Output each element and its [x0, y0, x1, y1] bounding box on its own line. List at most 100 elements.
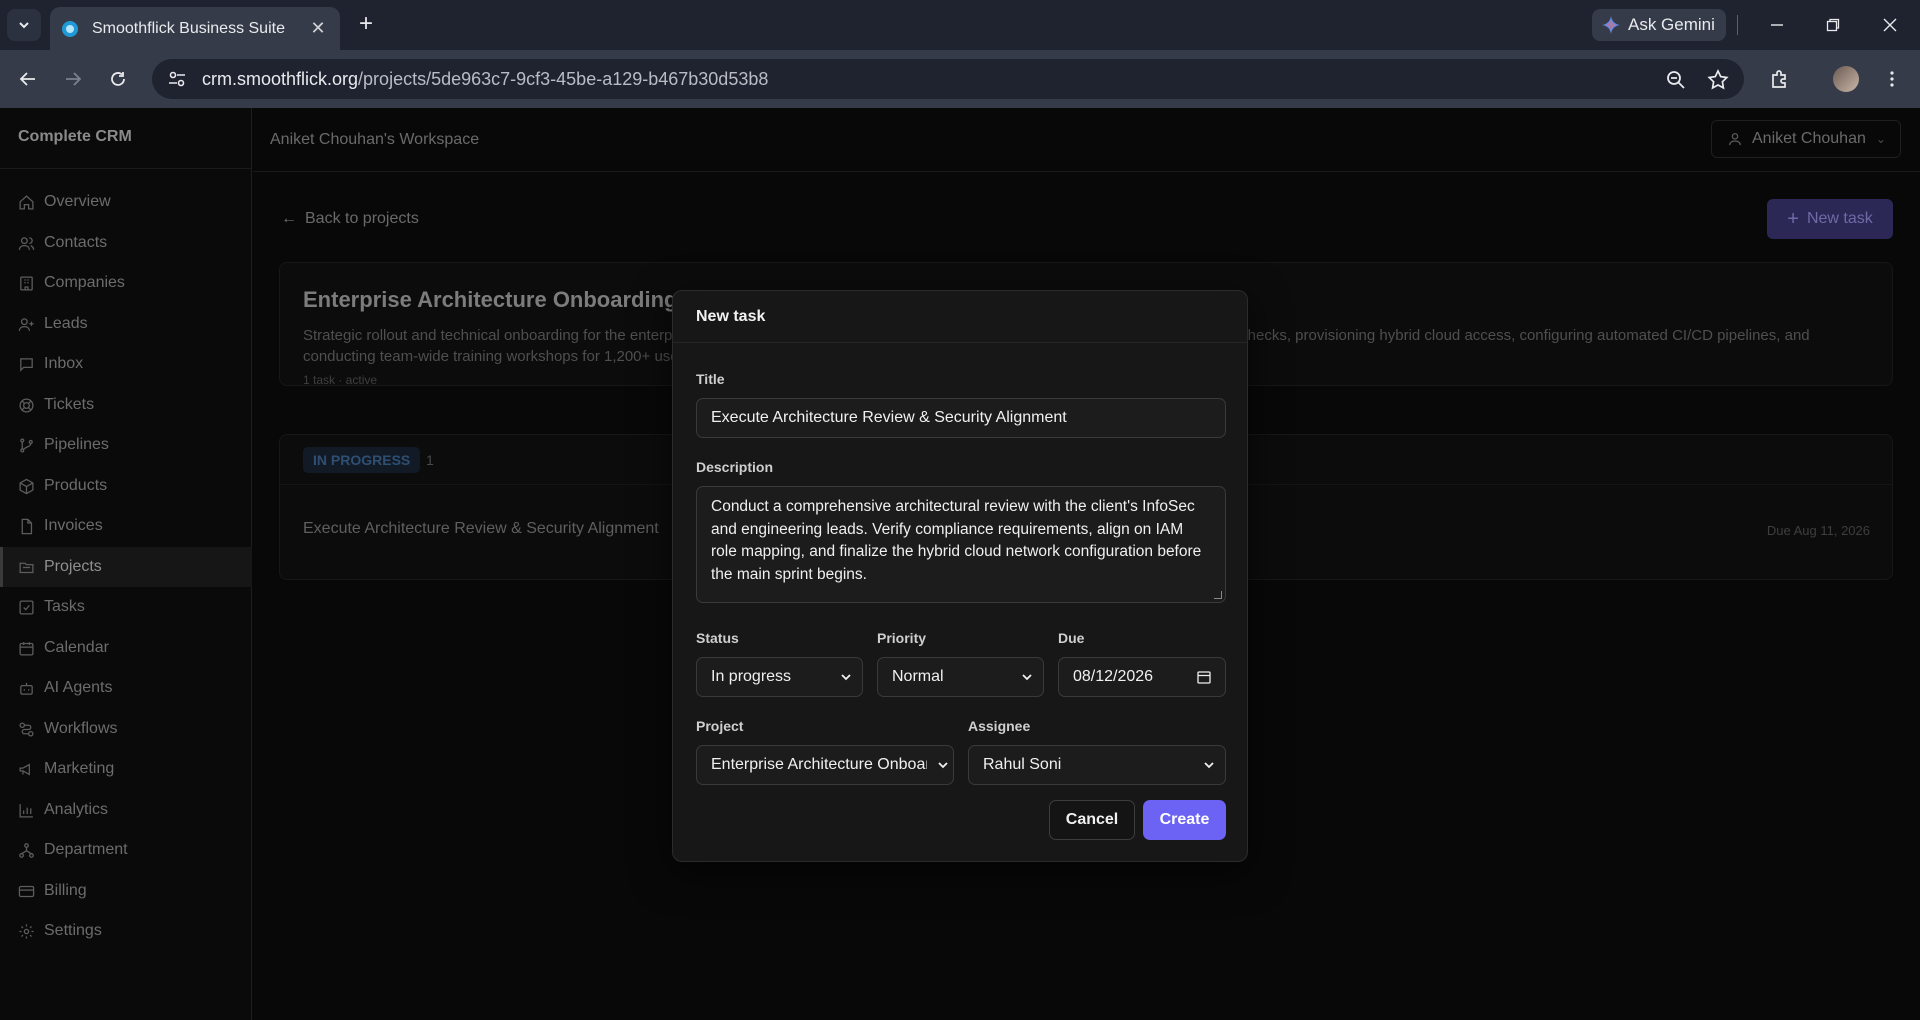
lifebuoy-icon: [19, 397, 34, 413]
site-info-icon[interactable]: [166, 68, 188, 90]
sidebar-item-calendar[interactable]: Calendar: [0, 628, 252, 668]
sidebar: Complete CRM Overview Contacts Companies…: [0, 108, 252, 1020]
puzzle-icon: [1772, 70, 1786, 88]
calendar-icon: [19, 641, 34, 656]
workspace-name: Aniket Chouhan's Workspace: [270, 131, 480, 148]
close-icon: [1883, 18, 1897, 32]
task-row-title[interactable]: Execute Architecture Review & Security A…: [303, 520, 659, 538]
sidebar-item-tasks[interactable]: Tasks: [0, 587, 252, 627]
new-task-button[interactable]: + New task: [1767, 199, 1893, 239]
sidebar-item-invoices[interactable]: Invoices: [0, 506, 252, 546]
sidebar-item-settings[interactable]: Settings: [0, 911, 252, 951]
sidebar-item-inbox[interactable]: Inbox: [0, 344, 252, 384]
message-icon: [20, 357, 33, 372]
zoom-icon[interactable]: [1664, 68, 1688, 92]
back-button[interactable]: [12, 63, 44, 95]
app-header: Aniket Chouhan's Workspace Aniket Chouha…: [253, 108, 1920, 172]
gear-icon: [19, 923, 34, 939]
home-icon: [19, 194, 34, 210]
sidebar-item-projects[interactable]: Projects: [0, 547, 252, 587]
status-select[interactable]: In progress: [696, 657, 863, 697]
create-button[interactable]: Create: [1143, 800, 1226, 840]
dialog-title: New task: [696, 308, 766, 325]
sidebar-item-billing[interactable]: Billing: [0, 871, 252, 911]
resize-handle-icon[interactable]: [1214, 591, 1222, 599]
url-host: crm.smoothflick.org: [202, 68, 359, 89]
due-value: 08/12/2026: [1073, 668, 1154, 685]
sidebar-item-overview[interactable]: Overview: [0, 182, 252, 222]
calendar-icon[interactable]: [1197, 670, 1211, 684]
sidebar-item-label: Analytics: [44, 801, 109, 818]
back-to-projects-label: Back to projects: [305, 210, 419, 227]
arrow-right-icon: [66, 72, 82, 86]
browser-tab-bar: Smoothflick Business Suite ✕ + Ask Gemin…: [0, 0, 1920, 50]
dialog-header: New task: [673, 291, 1247, 343]
profile-avatar[interactable]: [1833, 66, 1859, 92]
project-select[interactable]: Enterprise Architecture Onboarding: [696, 745, 954, 785]
extensions-button[interactable]: [1764, 63, 1796, 95]
assignee-select[interactable]: Rahul Soni: [968, 745, 1226, 785]
chevron-down-icon: [841, 674, 851, 681]
user-name: Aniket Chouhan: [1752, 130, 1866, 147]
reload-icon: [111, 72, 125, 86]
sidebar-item-contacts[interactable]: Contacts: [0, 223, 252, 263]
address-bar[interactable]: crm.smoothflick.org/projects/5de963c7-9c…: [152, 59, 1744, 99]
browser-menu-button[interactable]: [1876, 63, 1908, 95]
sidebar-item-pipelines[interactable]: Pipelines: [0, 425, 252, 465]
tab-title: Smoothflick Business Suite: [92, 19, 285, 37]
sidebar-item-label: Inbox: [44, 355, 84, 372]
restore-button[interactable]: [1815, 10, 1851, 40]
arrow-left-icon: ←: [281, 210, 297, 227]
tab-search-button[interactable]: [7, 9, 41, 41]
workflow-icon: [19, 721, 34, 737]
sidebar-item-companies[interactable]: Companies: [0, 263, 252, 303]
git-branch-icon: [20, 437, 33, 453]
project-meta: 1 task · active: [303, 373, 378, 387]
sidebar-item-leads[interactable]: Leads: [0, 304, 252, 344]
sidebar-item-tickets[interactable]: Tickets: [0, 385, 252, 425]
sidebar-item-label: Calendar: [44, 639, 109, 656]
back-to-projects-link[interactable]: ← Back to projects: [281, 210, 419, 228]
file-icon: [21, 518, 33, 534]
new-tab-button[interactable]: +: [352, 11, 380, 39]
bookmark-star-icon[interactable]: [1706, 68, 1730, 92]
url-path: /projects/5de963c7-9cf3-45be-a129-b467b3…: [358, 68, 769, 89]
status-badge: IN PROGRESS: [303, 447, 421, 473]
new-task-dialog: New task Title Execute Architecture Revi…: [672, 290, 1248, 862]
sidebar-item-label: Tasks: [44, 598, 85, 615]
title-input[interactable]: Execute Architecture Review & Security A…: [696, 398, 1226, 438]
forward-button[interactable]: [57, 63, 89, 95]
sidebar-item-label: AI Agents: [44, 679, 113, 696]
user-menu-button[interactable]: Aniket Chouhan ⌄: [1711, 120, 1901, 158]
status-value: In progress: [711, 668, 792, 685]
sidebar-item-analytics[interactable]: Analytics: [0, 790, 252, 830]
sidebar-item-ai-agents[interactable]: AI Agents: [0, 668, 252, 708]
chevron-down-icon: [1204, 762, 1214, 769]
credit-card-icon: [18, 885, 35, 897]
sidebar-item-products[interactable]: Products: [0, 466, 252, 506]
users-icon: [18, 236, 35, 250]
sidebar-item-label: Tickets: [44, 396, 95, 413]
reload-button[interactable]: [102, 63, 134, 95]
sidebar-item-label: Workflows: [44, 720, 118, 737]
sidebar-item-label: Companies: [44, 274, 125, 291]
sidebar-item-label: Pipelines: [44, 436, 109, 453]
cancel-button[interactable]: Cancel: [1049, 800, 1135, 840]
browser-tab[interactable]: Smoothflick Business Suite ✕: [50, 7, 340, 50]
sidebar-item-department[interactable]: Department: [0, 830, 252, 870]
close-window-button[interactable]: [1872, 10, 1908, 40]
priority-select[interactable]: Normal: [877, 657, 1044, 697]
ask-gemini-button[interactable]: Ask Gemini: [1592, 9, 1726, 41]
url-text: crm.smoothflick.org/projects/5de963c7-9c…: [202, 69, 768, 90]
sidebar-item-label: Products: [44, 477, 108, 494]
building-icon: [20, 275, 33, 291]
description-textarea[interactable]: Conduct a comprehensive architectural re…: [696, 486, 1226, 603]
sidebar-item-marketing[interactable]: Marketing: [0, 749, 252, 789]
tab-close-icon[interactable]: ✕: [308, 18, 328, 39]
due-date-input[interactable]: 08/12/2026: [1058, 657, 1226, 697]
chevron-down-icon: [1022, 674, 1032, 681]
sidebar-item-label: Marketing: [44, 760, 115, 777]
gemini-sparkle-icon: [1602, 16, 1620, 34]
sidebar-item-workflows[interactable]: Workflows: [0, 709, 252, 749]
minimize-button[interactable]: [1759, 10, 1795, 40]
